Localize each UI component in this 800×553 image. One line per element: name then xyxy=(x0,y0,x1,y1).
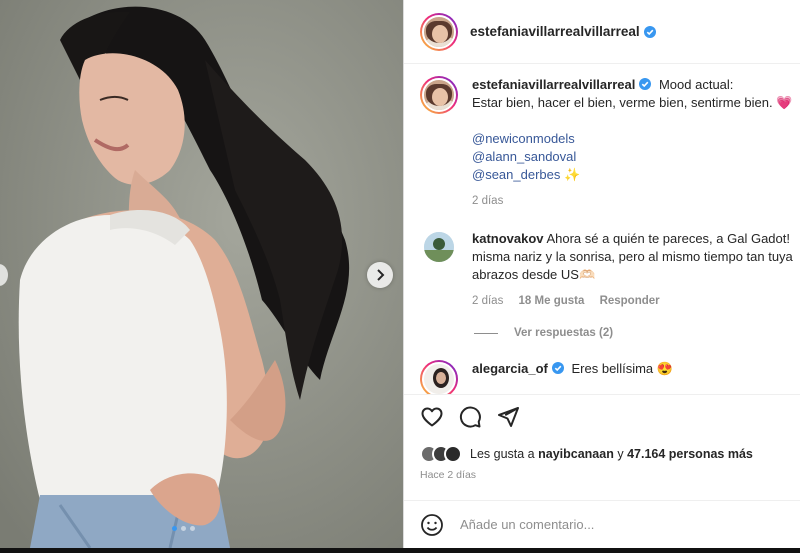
reply-button[interactable]: Responder xyxy=(600,295,660,307)
author-avatar[interactable] xyxy=(420,12,458,51)
caption-body: estefaniavillarrealvillarreal Mood actua… xyxy=(472,76,800,210)
verified-badge-icon xyxy=(643,25,656,38)
mention-link[interactable]: @alann_sandoval xyxy=(472,148,800,166)
post-photo xyxy=(0,0,403,548)
comments-list[interactable]: estefaniavillarrealvillarreal Mood actua… xyxy=(404,64,800,394)
carousel-dots xyxy=(172,526,195,531)
author-username[interactable]: estefaniavillarrealvillarreal xyxy=(470,24,640,39)
commenter-avatar[interactable] xyxy=(420,360,458,394)
comment-likes[interactable]: 18 Me gusta xyxy=(519,295,585,307)
caption-time[interactable]: 2 días xyxy=(472,195,503,207)
comment-icon[interactable] xyxy=(458,405,482,429)
comment-username[interactable]: katnovakov xyxy=(472,231,544,246)
likes-count[interactable]: 47.164 personas más xyxy=(627,447,753,461)
background-strip xyxy=(0,548,800,553)
add-comment-bar: Añade un comentario... xyxy=(404,500,800,548)
emoji-icon[interactable] xyxy=(420,513,444,537)
caption: estefaniavillarrealvillarreal Mood actua… xyxy=(420,76,800,210)
caption-intro: Mood actual: xyxy=(658,77,734,92)
comment-body: alegarcia_of Eres bellísima 😍 xyxy=(472,360,800,394)
mention-link[interactable]: @newiconmodels xyxy=(472,130,800,148)
post-header: estefaniavillarrealvillarreal xyxy=(404,0,800,64)
likes-prefix: Les gusta a xyxy=(470,447,535,461)
share-icon[interactable] xyxy=(496,405,520,429)
caption-meta: 2 días xyxy=(472,192,800,210)
view-replies-label: Ver respuestas (2) xyxy=(514,327,614,339)
caption-username[interactable]: estefaniavillarrealvillarreal xyxy=(472,77,635,92)
next-image-button[interactable] xyxy=(367,262,393,288)
post-actions: Les gusta a nayibcanaan y 47.164 persona… xyxy=(404,394,800,500)
comment-username[interactable]: alegarcia_of xyxy=(472,361,548,376)
comment-time[interactable]: 2 días xyxy=(472,295,503,307)
comment-item: katnovakov Ahora sé a quién te pareces, … xyxy=(424,230,800,310)
likes-summary: Les gusta a nayibcanaan y 47.164 persona… xyxy=(420,445,753,463)
heart-icon[interactable] xyxy=(420,405,444,429)
comment-body: katnovakov Ahora sé a quién te pareces, … xyxy=(472,230,800,310)
post-media[interactable] xyxy=(0,0,403,548)
avatar-image xyxy=(424,232,454,262)
carousel-dot xyxy=(190,526,195,531)
comment-text: Eres bellísima 😍 xyxy=(571,361,673,376)
caption-author-avatar[interactable] xyxy=(420,76,458,114)
comment-meta: 2 días 18 Me gusta Responder xyxy=(472,292,800,310)
likes-conj: y xyxy=(617,447,624,461)
liker-avatar xyxy=(444,445,462,463)
comment-item: alegarcia_of Eres bellísima 😍 xyxy=(420,360,800,394)
verified-badge-icon xyxy=(639,78,652,90)
verified-badge-icon xyxy=(551,362,564,374)
replies-divider xyxy=(474,332,498,334)
comment-input[interactable]: Añade un comentario... xyxy=(460,517,594,532)
mention-link[interactable]: @sean_derbes ✨ xyxy=(472,166,800,184)
action-icons xyxy=(420,405,520,429)
carousel-dot xyxy=(181,526,186,531)
liker-username[interactable]: nayibcanaan xyxy=(538,447,614,461)
chevron-right-icon xyxy=(377,269,385,281)
post-time-ago[interactable]: Hace 2 días xyxy=(420,469,476,481)
commenter-avatar[interactable] xyxy=(424,232,454,262)
liker-avatars xyxy=(420,445,462,463)
carousel-dot-active xyxy=(172,526,177,531)
caption-line: Estar bien, hacer el bien, verme bien, s… xyxy=(472,95,793,110)
post-side-panel: estefaniavillarrealvillarreal estefaniav… xyxy=(403,0,800,548)
post-modal: estefaniavillarrealvillarreal estefaniav… xyxy=(0,0,800,548)
view-replies-button[interactable]: Ver respuestas (2) xyxy=(474,327,613,339)
